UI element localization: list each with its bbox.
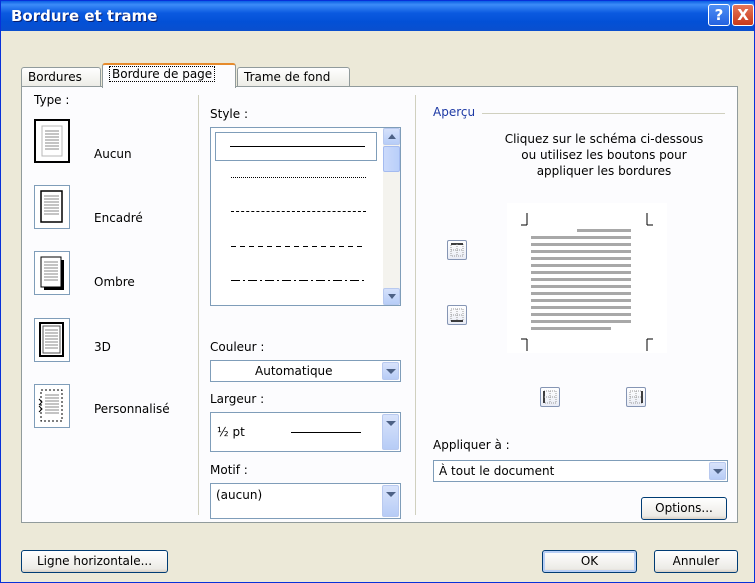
- setting-none-button[interactable]: [34, 119, 70, 163]
- color-combo[interactable]: Automatique: [210, 360, 401, 382]
- setting-shadow-button[interactable]: [34, 251, 70, 295]
- preview-group-line: [482, 113, 725, 114]
- color-dropdown-button[interactable]: [382, 362, 399, 380]
- horizontal-line-button[interactable]: Ligne horizontale...: [21, 550, 168, 573]
- 3d-page-icon: [39, 322, 64, 357]
- style-label: Style :: [210, 107, 248, 121]
- preview-diagram[interactable]: [507, 203, 667, 353]
- scroll-thumb[interactable]: [383, 146, 400, 172]
- style-dash-dot-line[interactable]: [231, 280, 366, 281]
- tab-panel: Type : Aucun Encadré Ombre 3D Personnali…: [21, 86, 738, 523]
- width-value: ½ pt: [217, 425, 245, 439]
- preview-page-icon: [521, 213, 653, 351]
- ok-button[interactable]: OK: [542, 550, 637, 573]
- scroll-down-button[interactable]: [383, 288, 400, 305]
- setting-3d-label[interactable]: 3D: [94, 340, 111, 354]
- apply-to-value: À tout le document: [439, 464, 555, 478]
- tab-label: Trame de fond: [244, 70, 331, 84]
- apply-to-label: Appliquer à :: [433, 438, 510, 452]
- apply-to-dropdown-button[interactable]: [709, 462, 726, 480]
- tab-bordures[interactable]: Bordures: [21, 67, 101, 87]
- top-border-icon: [450, 243, 464, 257]
- column-divider-2: [415, 95, 416, 515]
- left-border-button[interactable]: [540, 387, 560, 407]
- left-border-icon: [543, 390, 557, 404]
- apply-to-combo[interactable]: À tout le document: [433, 460, 728, 482]
- style-dash-line[interactable]: [231, 246, 366, 247]
- bottom-border-button[interactable]: [447, 305, 467, 325]
- setting-3d-button[interactable]: [34, 318, 70, 362]
- art-value: (aucun): [216, 488, 263, 502]
- custom-page-icon: [38, 389, 63, 422]
- setting-shadow-label[interactable]: Ombre: [94, 275, 135, 289]
- setting-custom-button[interactable]: [34, 384, 70, 428]
- help-button[interactable]: ?: [708, 4, 730, 26]
- title-bar[interactable]: Bordure et trame ? X: [1, 1, 754, 31]
- art-label: Motif :: [210, 463, 248, 477]
- setting-box-label[interactable]: Encadré: [94, 211, 143, 225]
- dialog-title: Bordure et trame: [11, 7, 158, 25]
- preview-instruction-1: Cliquez sur le schéma ci-dessous: [504, 132, 704, 146]
- color-label: Couleur :: [210, 340, 265, 354]
- style-dash-small-line[interactable]: [231, 211, 366, 212]
- none-page-icon: [41, 125, 63, 157]
- style-selected-item[interactable]: [215, 132, 377, 161]
- setting-box-button[interactable]: [34, 185, 70, 229]
- tab-label: Bordures: [28, 70, 82, 84]
- art-combo[interactable]: (aucun): [210, 483, 401, 519]
- tab-bordure-de-page[interactable]: Bordure de page: [102, 63, 236, 88]
- style-scrollbar[interactable]: [383, 128, 400, 305]
- preview-instruction-2: ou utilisez les boutons pour: [521, 148, 687, 162]
- right-border-icon: [629, 390, 643, 404]
- scroll-up-button[interactable]: [383, 128, 400, 145]
- box-page-icon: [40, 190, 63, 223]
- style-listbox[interactable]: [210, 127, 401, 306]
- bottom-border-icon: [450, 308, 464, 322]
- color-value: Automatique: [255, 364, 333, 378]
- tab-trame-de-fond[interactable]: Trame de fond: [237, 67, 350, 87]
- setting-label: Type :: [34, 93, 70, 107]
- width-combo[interactable]: ½ pt: [210, 412, 401, 452]
- shadow-page-icon: [40, 256, 64, 290]
- right-border-button[interactable]: [626, 387, 646, 407]
- width-dropdown-button[interactable]: [382, 414, 399, 450]
- preview-instruction-3: appliquer les bordures: [536, 164, 672, 178]
- preview-label: Aperçu: [433, 105, 476, 119]
- close-button[interactable]: X: [732, 4, 754, 26]
- width-line-sample: [291, 432, 361, 433]
- options-button[interactable]: Options...: [641, 497, 727, 520]
- setting-custom-label[interactable]: Personnalisé: [94, 402, 170, 416]
- cancel-button[interactable]: Annuler: [654, 550, 738, 573]
- style-solid-line: [230, 146, 365, 147]
- width-label: Largeur :: [210, 392, 265, 406]
- dialog-window: Bordure et trame ? X Bordures Bordure de…: [0, 0, 755, 583]
- style-dotted-line[interactable]: [231, 177, 366, 178]
- art-dropdown-button[interactable]: [382, 485, 399, 517]
- column-divider: [198, 95, 199, 515]
- setting-none-label[interactable]: Aucun: [94, 147, 132, 161]
- tab-label: Bordure de page: [109, 66, 216, 82]
- top-border-button[interactable]: [447, 240, 467, 260]
